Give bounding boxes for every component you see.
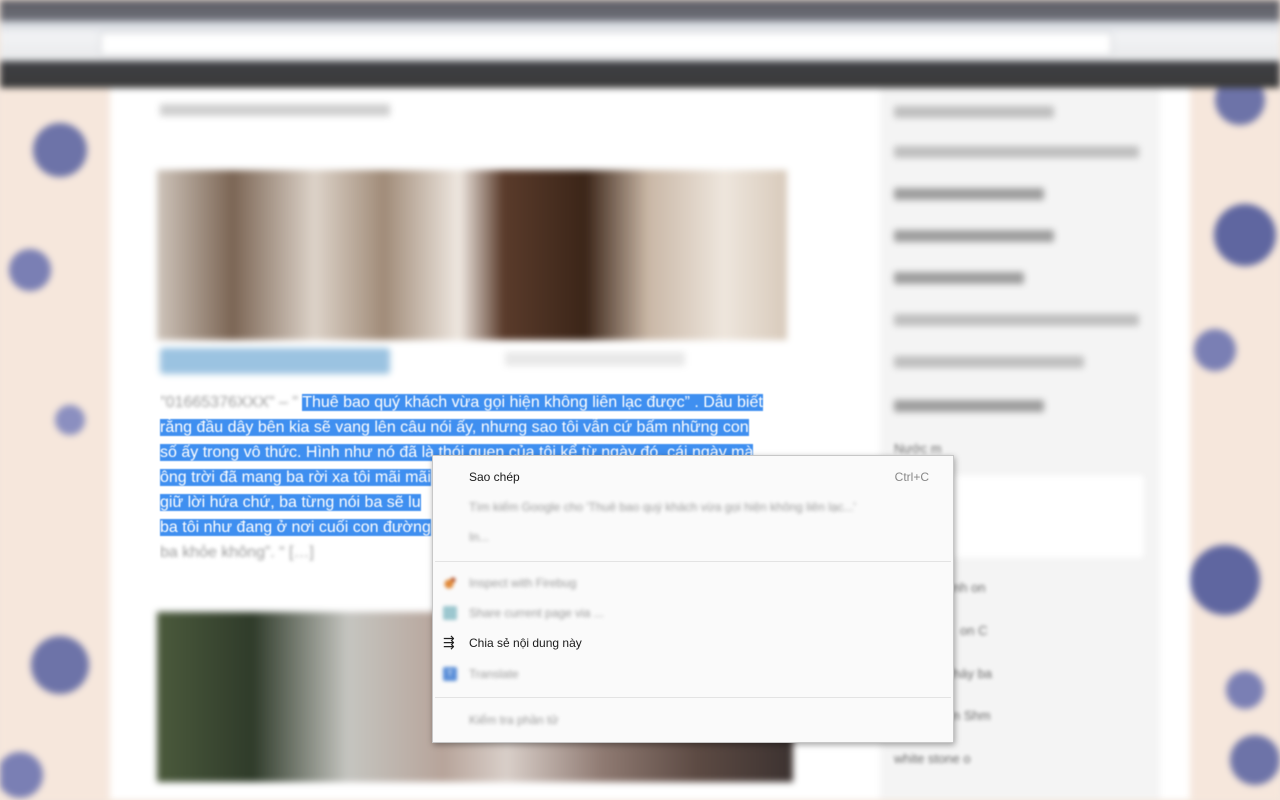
browser-chrome	[0, 0, 1280, 88]
menu-item-label: Kiểm tra phần tử	[469, 713, 559, 727]
app-icon	[443, 606, 457, 620]
read-more-link[interactable]: ba khỏe không”. “ […]	[160, 544, 314, 561]
sidebar-link[interactable]	[894, 106, 1054, 118]
menu-separator	[435, 561, 951, 562]
menu-item-label: In...	[469, 530, 490, 544]
menu-item-label: Sao chép	[469, 470, 520, 484]
sidebar-link[interactable]	[894, 356, 1084, 368]
sidebar-text: n Shm	[953, 708, 991, 723]
context-menu: Sao chép Ctrl+C Tìm kiếm Google cho 'Thu…	[432, 455, 954, 743]
breadcrumb	[160, 104, 390, 116]
menu-item-label: Share current page via ...	[469, 606, 604, 620]
menu-item-search-google[interactable]: Tìm kiếm Google cho 'Thuê bao quý khách …	[433, 495, 953, 519]
selected-text[interactable]: giữ lời hứa chứ, ba từng nói ba sẽ lu	[160, 494, 421, 511]
address-bar[interactable]	[100, 32, 1112, 56]
menu-item-label: Inspect with Firebug	[469, 576, 577, 590]
translate-icon: T	[443, 667, 457, 681]
menu-item-label: Tìm kiếm Google cho 'Thuê bao quý khách …	[469, 500, 856, 514]
menu-item-label: Translate	[469, 667, 519, 681]
menu-item-copy[interactable]: Sao chép Ctrl+C	[433, 465, 953, 489]
menu-separator	[435, 697, 951, 698]
sidebar-link[interactable]	[894, 188, 1044, 200]
sidebar-text: white stone o	[894, 751, 971, 766]
selected-text[interactable]: rằng đầu dây bên kia sẽ vang lên câu nói…	[160, 419, 749, 436]
menu-item-inspect-firebug[interactable]: Inspect with Firebug	[433, 571, 953, 595]
selected-text[interactable]: Thuê bao quý khách vừa gọi hiện không li…	[302, 394, 763, 411]
post-thumbnail[interactable]	[157, 170, 787, 340]
sidebar-link[interactable]	[894, 146, 1139, 158]
menu-item-inspect-element[interactable]: Kiểm tra phần tử	[433, 708, 953, 732]
post-meta	[505, 352, 685, 366]
share-icon: ⇶	[443, 635, 455, 651]
firebug-icon	[443, 576, 457, 590]
sidebar-text: nh on	[953, 580, 986, 595]
sidebar-link[interactable]	[894, 272, 1024, 284]
menu-item-print[interactable]: In...	[433, 525, 953, 549]
menu-item-share-page[interactable]: Share current page via ...	[433, 601, 953, 625]
menu-item-share-content[interactable]: ⇶ Chia sẻ nội dung này	[433, 631, 953, 655]
excerpt-line: rằng đầu dây bên kia sẽ vang lên câu nói…	[160, 415, 788, 440]
excerpt-line: "01665376XXX" – " Thuê bao quý khách vừa…	[160, 394, 763, 411]
sidebar-link[interactable]	[894, 400, 1044, 412]
selected-text[interactable]: ba tôi như đang ở nơi cuối con đường	[160, 519, 431, 536]
selected-text[interactable]: ông trời đã mang ba rời xa tôi mãi mãi	[160, 469, 431, 486]
menu-item-translate[interactable]: T Translate	[433, 662, 953, 686]
sidebar-text: on C	[960, 623, 988, 638]
menu-item-shortcut: Ctrl+C	[894, 470, 929, 484]
sidebar-link[interactable]	[894, 230, 1054, 242]
menu-item-label: Chia sẻ nội dung này	[469, 636, 582, 650]
post-title[interactable]	[160, 348, 390, 374]
sidebar-text: Nước m	[894, 441, 942, 456]
sidebar-text: háy ba	[953, 666, 993, 681]
sidebar-link[interactable]	[894, 314, 1139, 326]
